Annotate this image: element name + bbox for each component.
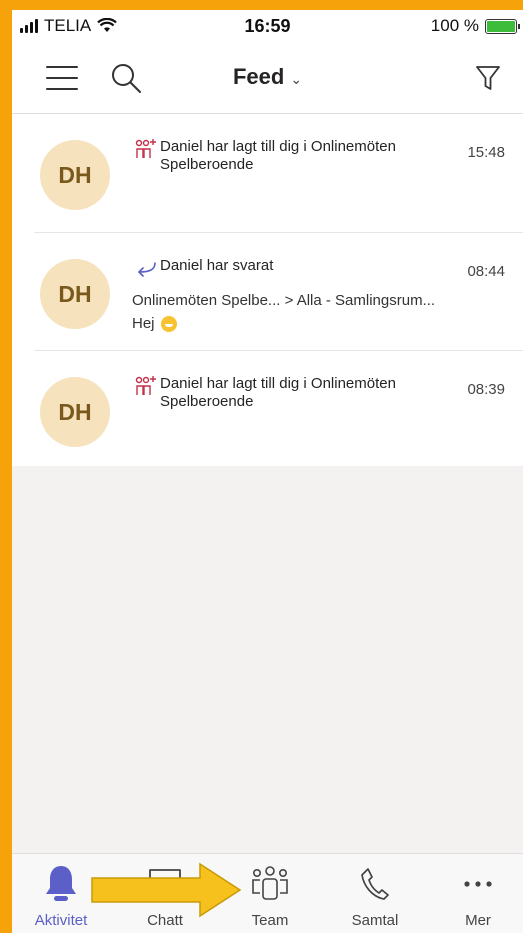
- phone-icon: [361, 868, 389, 900]
- feed-dropdown[interactable]: Feed ⌄: [12, 64, 523, 90]
- teams-app-screen: TELIA 16:59 100 % Feed ⌄ DH Daniel har l…: [12, 10, 523, 933]
- feed-item-time: 15:48: [467, 144, 505, 161]
- nav-calls-label: Samtal: [351, 912, 399, 929]
- battery-percent: 100 %: [430, 16, 479, 35]
- reply-icon: [138, 262, 156, 277]
- feed-item[interactable]: DH Daniel har svarat 08:44 Onlinemöten S…: [34, 232, 523, 350]
- more-icon: [464, 881, 492, 887]
- bell-icon: [46, 866, 76, 901]
- nav-calls[interactable]: Samtal: [330, 862, 420, 929]
- avatar: DH: [40, 140, 110, 210]
- feed-item-body: Daniel har svarat 08:44 Onlinemöten Spel…: [132, 257, 505, 332]
- avatar: DH: [40, 377, 110, 447]
- add-member-icon: [135, 139, 156, 158]
- bottom-nav: Aktivitet Chatt Team Samtal Mer: [12, 853, 523, 933]
- feed-item-title: Daniel har svarat: [160, 257, 274, 274]
- chevron-down-icon: ⌄: [290, 71, 303, 87]
- feed-item[interactable]: DH Daniel har lagt till dig i Onlinemöte…: [34, 350, 523, 468]
- message-text: Hej: [132, 315, 155, 332]
- feed-title-label: Feed: [232, 64, 285, 89]
- activity-feed: DH Daniel har lagt till dig i Onlinemöte…: [12, 114, 523, 466]
- status-right: 100 %: [430, 16, 520, 36]
- status-bar: TELIA 16:59 100 %: [12, 10, 523, 44]
- feed-item-title: Daniel har lagt till dig i Onlinemöten S…: [160, 375, 396, 410]
- feed-item-time: 08:39: [467, 381, 505, 398]
- filter-icon[interactable]: [475, 64, 501, 92]
- nav-more-label: Mer: [465, 912, 491, 929]
- feed-item-body: Daniel har lagt till dig i Onlinemöten S…: [132, 138, 505, 174]
- add-member-icon: [135, 376, 156, 395]
- app-header: Feed ⌄: [12, 44, 523, 114]
- annotation-arrow: [91, 862, 242, 918]
- avatar: DH: [40, 259, 110, 329]
- battery-icon: [485, 18, 520, 34]
- team-icon: [252, 866, 288, 900]
- feed-item[interactable]: DH Daniel har lagt till dig i Onlinemöte…: [12, 114, 523, 232]
- grin-emoji-icon: [160, 315, 177, 332]
- message-preview: Hej: [132, 315, 505, 332]
- channel-path: Onlinemöten Spelbe... > Alla - Samlingsr…: [132, 292, 436, 309]
- feed-item-body: Daniel har lagt till dig i Onlinemöten S…: [132, 375, 505, 411]
- nav-more[interactable]: Mer: [433, 862, 523, 929]
- feed-item-title: Daniel har lagt till dig i Onlinemöten S…: [160, 138, 396, 173]
- feed-item-time: 08:44: [467, 263, 505, 280]
